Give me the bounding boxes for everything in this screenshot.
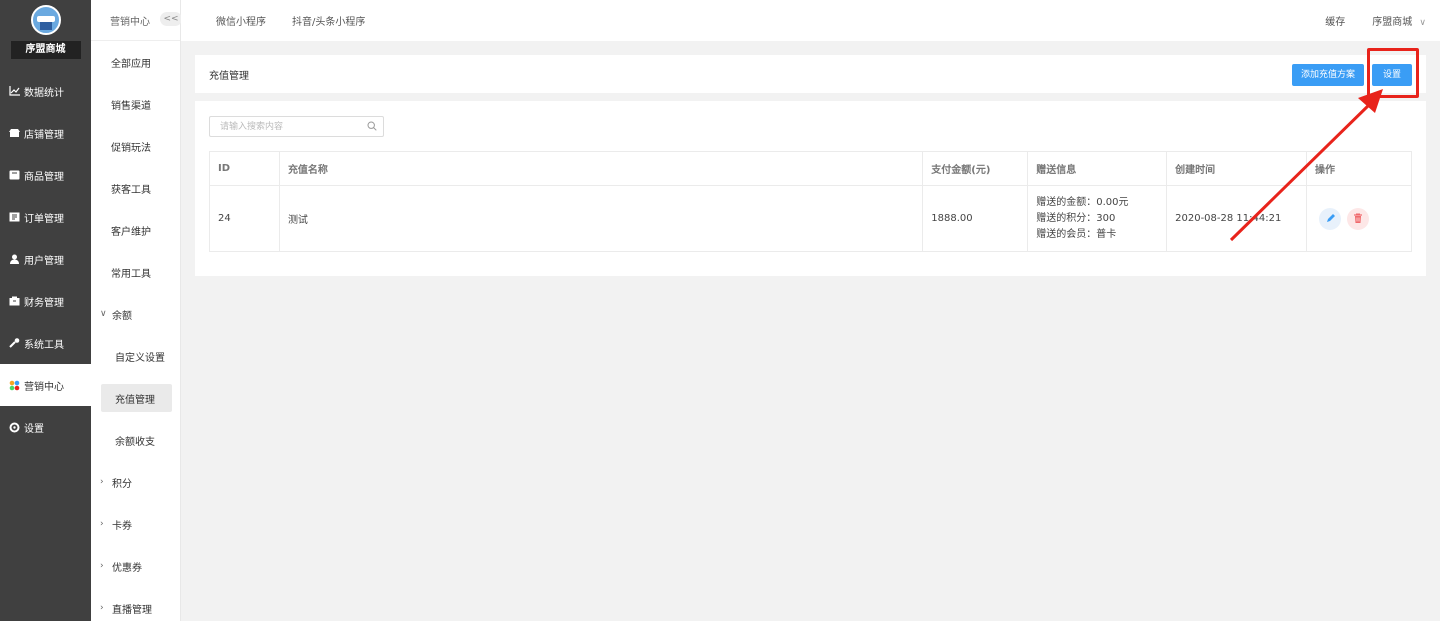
store-switcher[interactable]: 序盟商城 ∨ — [1372, 13, 1426, 28]
top-right-actions: 缓存 序盟商城 ∨ — [1325, 0, 1426, 41]
tab-douyin-miniprogram[interactable]: 抖音/头条小程序 — [292, 13, 365, 28]
finance-icon — [8, 295, 20, 307]
subnav-group-label: 卡券 — [112, 520, 132, 532]
chevron-down-icon: ∨ — [100, 309, 107, 319]
subnav-item-balance-records[interactable]: 余额收支 — [91, 419, 180, 461]
recharge-table: ID 充值名称 支付金额(元) 赠送信息 创建时间 操作 24 测试 1888.… — [209, 151, 1412, 252]
subnav-group-coupons[interactable]: › 优惠券 — [91, 545, 180, 587]
pencil-icon — [1326, 214, 1335, 222]
sub-sidebar-title: 营销中心 — [110, 16, 150, 28]
store-switcher-label: 序盟商城 — [1372, 17, 1413, 28]
cache-button[interactable]: 缓存 — [1325, 13, 1345, 28]
search-input[interactable] — [210, 117, 360, 136]
sidebar-item-label: 订单管理 — [24, 213, 64, 225]
gift-member: 赠送的会员：普卡 — [1036, 228, 1117, 240]
subnav-group-label: 积分 — [112, 478, 132, 490]
chevron-right-icon: › — [100, 603, 104, 613]
sub-sidebar: 营销中心 << 全部应用 销售渠道 促销玩法 获客工具 客户维护 常用工具 ∨ … — [91, 0, 182, 621]
search-icon[interactable] — [367, 121, 377, 131]
sidebar-item-settings[interactable]: 设置 — [0, 406, 91, 448]
subnav-group-cards[interactable]: › 卡券 — [91, 503, 180, 545]
page-header: 充值管理 添加充值方案 设置 — [195, 55, 1426, 93]
goods-icon — [8, 169, 20, 181]
trash-icon — [1354, 213, 1363, 223]
sidebar-item-goods[interactable]: 商品管理 — [0, 154, 91, 196]
search-box — [209, 116, 384, 137]
chevron-down-icon: ∨ — [1419, 18, 1426, 28]
sidebar-item-label: 商品管理 — [24, 171, 64, 183]
sidebar-item-label: 财务管理 — [24, 297, 64, 309]
sidebar-item-label: 营销中心 — [24, 381, 64, 393]
cell-amount: 1888.00 — [922, 185, 1029, 252]
chart-line-icon — [8, 85, 20, 97]
column-header-id: ID — [209, 151, 280, 186]
column-header-amount: 支付金额(元) — [922, 151, 1029, 186]
subnav-item-customer-care[interactable]: 客户维护 — [91, 209, 180, 251]
chevron-right-icon: › — [100, 519, 104, 529]
subnav-item-all-apps[interactable]: 全部应用 — [91, 41, 180, 83]
wrench-icon — [8, 337, 20, 349]
sidebar-item-stats[interactable]: 数据统计 — [0, 70, 91, 112]
column-header-actions: 操作 — [1306, 151, 1412, 186]
store-icon — [8, 127, 20, 139]
sub-sidebar-header: 营销中心 << — [91, 0, 182, 41]
subnav-group-label: 余额 — [112, 310, 132, 322]
tab-wechat-miniprogram[interactable]: 微信小程序 — [216, 13, 266, 28]
recharge-list-card: ID 充值名称 支付金额(元) 赠送信息 创建时间 操作 24 测试 1888.… — [195, 101, 1426, 276]
table-row: 24 测试 1888.00 赠送的金额：0.00元 赠送的积分：300 赠送的会… — [209, 185, 1412, 252]
subnav-group-live[interactable]: › 直播管理 — [91, 587, 180, 621]
sidebar-item-label: 数据统计 — [24, 87, 64, 99]
sidebar-item-tools[interactable]: 系统工具 — [0, 322, 91, 364]
subnav-group-label: 优惠券 — [112, 562, 142, 574]
subnav-item-sales-channel[interactable]: 销售渠道 — [91, 83, 180, 125]
top-bar: 微信小程序 抖音/头条小程序 缓存 序盟商城 ∨ — [181, 0, 1440, 41]
cell-gift: 赠送的金额：0.00元 赠送的积分：300 赠送的会员：普卡 — [1027, 185, 1168, 252]
edit-button[interactable] — [1319, 207, 1342, 230]
sidebar-item-store[interactable]: 店铺管理 — [0, 112, 91, 154]
collapse-button[interactable]: << — [160, 12, 182, 26]
subnav-item-acquisition[interactable]: 获客工具 — [91, 167, 180, 209]
order-icon — [8, 211, 20, 223]
store-name: 序盟商城 — [10, 41, 81, 59]
highlight-annotation-box — [1367, 48, 1419, 98]
sidebar-item-finance[interactable]: 财务管理 — [0, 280, 91, 322]
subnav-group-label: 直播管理 — [112, 604, 152, 616]
subnav-item-common-tools[interactable]: 常用工具 — [91, 251, 180, 293]
column-header-gift: 赠送信息 — [1027, 151, 1168, 186]
cell-name: 测试 — [278, 185, 924, 252]
sidebar-item-users[interactable]: 用户管理 — [0, 238, 91, 280]
annotation-arrow — [1229, 89, 1383, 242]
gift-points: 赠送的积分：300 — [1036, 212, 1116, 224]
page-title: 充值管理 — [209, 71, 249, 82]
gift-amount: 赠送的金额：0.00元 — [1036, 196, 1129, 208]
main-sidebar: 序盟商城 数据统计 店铺管理 商品管理 订单管理 用户管理 财务管理 系统工具 … — [0, 0, 91, 621]
logo-area: 序盟商城 — [0, 0, 91, 70]
gear-icon — [8, 421, 20, 433]
cell-actions — [1306, 185, 1412, 252]
add-recharge-plan-button[interactable]: 添加充值方案 — [1292, 64, 1364, 86]
user-icon — [8, 253, 20, 265]
sidebar-item-label: 设置 — [24, 423, 44, 435]
sidebar-item-marketing[interactable]: 营销中心 — [0, 364, 91, 406]
sidebar-item-label: 用户管理 — [24, 255, 64, 267]
table-header-row: ID 充值名称 支付金额(元) 赠送信息 创建时间 操作 — [209, 151, 1412, 186]
sidebar-item-label: 系统工具 — [24, 339, 64, 351]
subnav-item-custom-settings[interactable]: 自定义设置 — [91, 335, 180, 377]
column-header-created: 创建时间 — [1166, 151, 1308, 186]
chevron-right-icon: › — [100, 561, 104, 571]
delete-button[interactable] — [1347, 207, 1370, 230]
chevron-right-icon: › — [100, 477, 104, 487]
store-logo — [30, 5, 61, 35]
subnav-group-balance[interactable]: ∨ 余额 — [91, 293, 180, 335]
sidebar-item-orders[interactable]: 订单管理 — [0, 196, 91, 238]
subnav-item-promotion[interactable]: 促销玩法 — [91, 125, 180, 167]
column-header-name: 充值名称 — [278, 151, 924, 186]
subnav-item-recharge-management[interactable]: 充值管理 — [101, 384, 172, 412]
cell-created: 2020-08-28 11:44:21 — [1166, 185, 1308, 252]
sidebar-item-label: 店铺管理 — [24, 129, 64, 141]
cell-id: 24 — [209, 185, 280, 252]
subnav-group-points[interactable]: › 积分 — [91, 461, 180, 503]
marketing-icon — [8, 379, 20, 391]
